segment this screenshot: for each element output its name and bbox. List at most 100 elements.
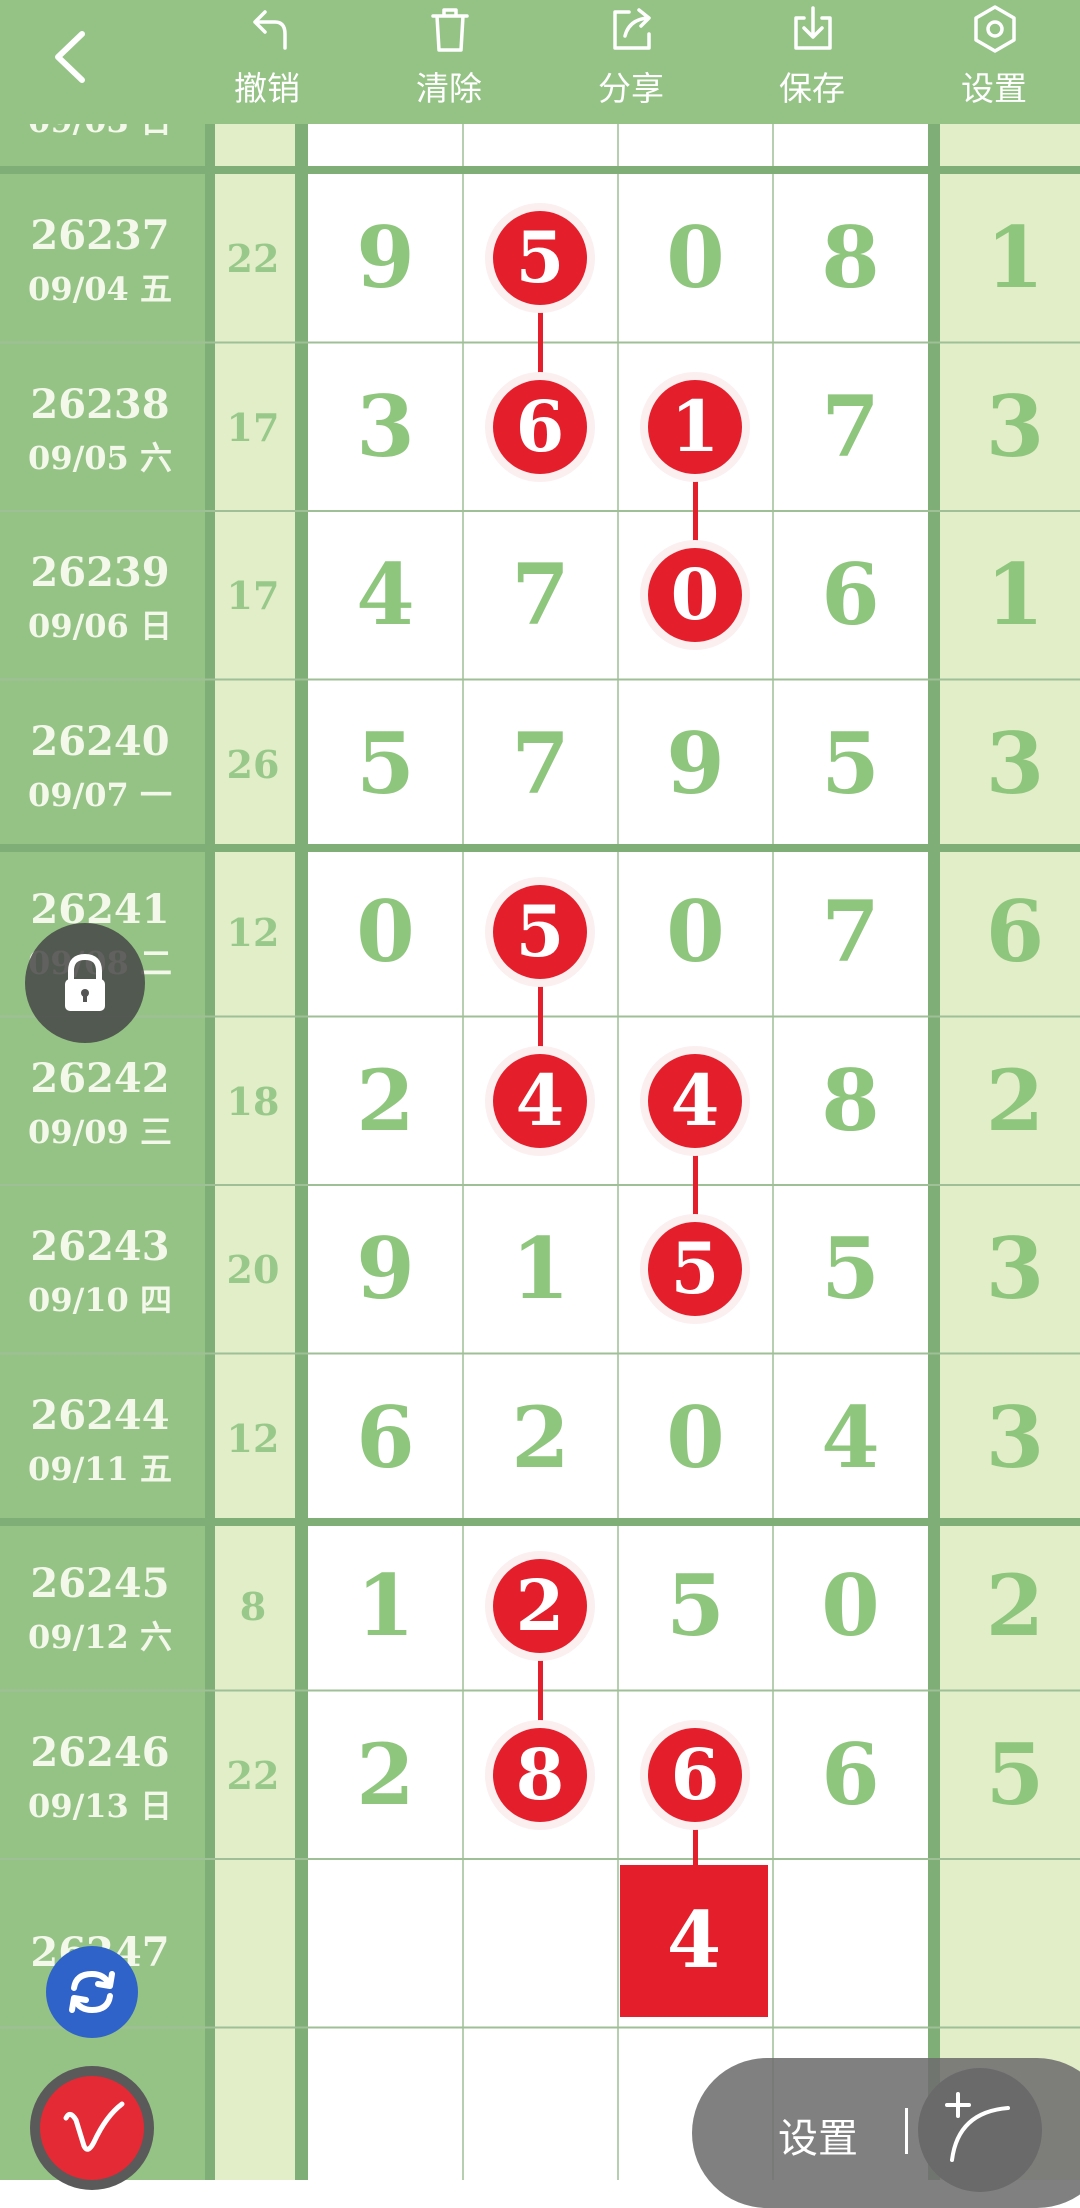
- settings-label: 设置: [961, 69, 1027, 108]
- span-column-border: [928, 0, 940, 2180]
- issue-date: 09/09 三: [28, 1112, 172, 1151]
- undo-icon: [253, 10, 287, 50]
- marked-digit-value: 5: [493, 885, 587, 980]
- issue-date: 09/10 四: [28, 1281, 172, 1319]
- digit-cell[interactable]: 6: [773, 1725, 928, 1824]
- settings-button[interactable]: 设置: [934, 0, 1054, 124]
- span-value: 3: [985, 376, 1045, 476]
- pen-button[interactable]: [30, 2066, 154, 2190]
- share-icon: [613, 8, 651, 50]
- curve-tool-icon: [945, 2092, 1010, 2162]
- digit-cell[interactable]: 4: [773, 1388, 928, 1487]
- issue-number: 26239: [30, 549, 170, 596]
- digit-cell[interactable]: 3: [308, 377, 463, 476]
- digit-cell[interactable]: 2: [308, 1725, 463, 1824]
- top-toolbar: 撤销 清除 分享 保存 设置: [0, 0, 1080, 124]
- marked-digit-value: 1: [648, 379, 742, 474]
- marked-digit-ball[interactable]: 5: [485, 877, 595, 988]
- digit-cell[interactable]: 0: [773, 1556, 928, 1655]
- issue-number: 26243: [30, 1223, 170, 1270]
- digit-cell[interactable]: 5: [618, 1556, 773, 1655]
- digit-cell[interactable]: 7: [463, 545, 618, 644]
- digit-cell[interactable]: 5: [773, 1219, 928, 1318]
- digit-cell[interactable]: 6: [308, 1388, 463, 1487]
- trash-icon: [431, 8, 469, 52]
- share-label: 分享: [598, 69, 664, 108]
- issue-number: 26237: [30, 212, 170, 259]
- bottom-tool-panel: 设置: [692, 2058, 1080, 2208]
- digit-cell[interactable]: 8: [773, 1051, 928, 1150]
- panel-settings-button[interactable]: 设置: [778, 2106, 858, 2164]
- span-value: 3: [985, 1219, 1045, 1318]
- pen-icon: [63, 2101, 125, 2152]
- digit-cell[interactable]: 0: [618, 1388, 773, 1487]
- marked-digit-value: 6: [493, 379, 587, 474]
- digit-cell[interactable]: 9: [618, 714, 773, 813]
- marked-digit-value: 4: [493, 1053, 587, 1148]
- span-value: 5: [985, 1724, 1045, 1824]
- digit-cell[interactable]: 0: [308, 882, 463, 981]
- sum-value: 26: [226, 741, 280, 787]
- span-value: 2: [985, 1556, 1045, 1655]
- span-value: 2: [985, 1050, 1045, 1150]
- digit-cell[interactable]: 8: [773, 208, 928, 307]
- marked-digit-value: 8: [493, 1727, 587, 1822]
- issue-number: 26244: [30, 1391, 170, 1439]
- sum-value: 22: [226, 236, 280, 281]
- digit-cell[interactable]: 2: [308, 1051, 463, 1150]
- refresh-icon: [69, 1970, 115, 2014]
- marked-digit-ball[interactable]: 0: [640, 540, 750, 651]
- marked-digit-ball[interactable]: 1: [640, 371, 750, 482]
- save-label: 保存: [779, 69, 845, 108]
- marked-digit-ball[interactable]: 6: [485, 371, 595, 482]
- digit-cell[interactable]: 0: [618, 208, 773, 307]
- lock-icon: [65, 953, 105, 1011]
- marked-digit-value: 5: [648, 1222, 742, 1317]
- prediction-cell[interactable]: 4: [620, 1865, 768, 2017]
- digit-cell[interactable]: 4: [308, 545, 463, 644]
- panel-divider: [905, 2108, 908, 2154]
- marked-digit-value: 5: [493, 211, 587, 306]
- save-button[interactable]: 保存: [752, 0, 872, 124]
- undo-label: 撤销: [234, 69, 300, 108]
- digit-cell[interactable]: 5: [773, 714, 928, 813]
- undo-button[interactable]: 撤销: [207, 0, 327, 124]
- marked-digit-ball[interactable]: 4: [485, 1045, 595, 1156]
- marked-digit-ball[interactable]: 6: [640, 1719, 750, 1830]
- back-button[interactable]: [40, 22, 110, 92]
- digit-cell[interactable]: 9: [308, 208, 463, 307]
- digit-cell[interactable]: 0: [618, 882, 773, 981]
- marked-digit-ball[interactable]: 4: [640, 1045, 750, 1156]
- clear-button[interactable]: 清除: [389, 0, 509, 124]
- marked-digit-value: 2: [493, 1559, 587, 1654]
- marked-digit-value: 4: [648, 1053, 742, 1148]
- issue-date: 09/12 六: [28, 1618, 172, 1656]
- digit-cell[interactable]: 6: [773, 545, 928, 644]
- digit-cell[interactable]: 9: [308, 1219, 463, 1318]
- digit-cell[interactable]: 1: [463, 1219, 618, 1318]
- span-value: 1: [985, 208, 1045, 307]
- issue-date: 09/04 五: [28, 270, 172, 308]
- curve-tool-button[interactable]: [918, 2068, 1042, 2192]
- digit-cell[interactable]: 2: [463, 1388, 618, 1487]
- digit-cell[interactable]: 5: [308, 714, 463, 813]
- digit-cell[interactable]: 7: [773, 377, 928, 476]
- marked-digit-ball[interactable]: 2: [485, 1551, 595, 1662]
- chevron-left-icon: [55, 31, 85, 83]
- issue-number: 26246: [30, 1728, 170, 1776]
- marked-digit-ball[interactable]: 5: [485, 203, 595, 314]
- span-value: 3: [985, 1387, 1045, 1487]
- marked-digit-ball[interactable]: 5: [640, 1214, 750, 1325]
- refresh-button[interactable]: [46, 1946, 138, 2038]
- pen-button-face: [40, 2076, 144, 2180]
- sum-value: 12: [226, 910, 280, 955]
- issue-number: 26240: [30, 717, 170, 765]
- digit-cell[interactable]: 7: [463, 714, 618, 813]
- sum-value: 20: [226, 1247, 280, 1292]
- share-button[interactable]: 分享: [571, 0, 691, 124]
- lock-button[interactable]: [25, 923, 145, 1043]
- marked-digit-value: 6: [648, 1727, 742, 1822]
- digit-cell[interactable]: 1: [308, 1556, 463, 1655]
- digit-cell[interactable]: 7: [773, 882, 928, 981]
- marked-digit-ball[interactable]: 8: [485, 1719, 595, 1830]
